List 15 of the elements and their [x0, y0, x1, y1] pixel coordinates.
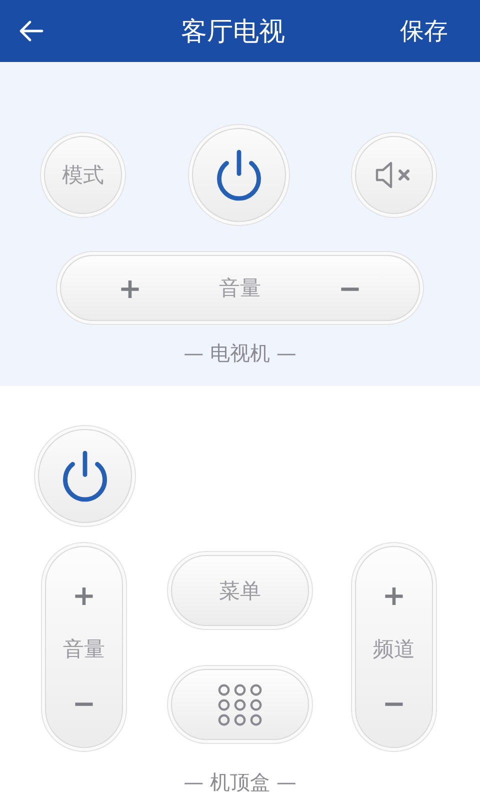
plus-button[interactable]: +: [379, 577, 409, 613]
plus-button[interactable]: +: [69, 577, 99, 613]
section-label: — 电视机 —: [182, 341, 298, 365]
plus-button[interactable]: +: [115, 270, 145, 306]
volume-label: 音量: [219, 275, 261, 302]
window-title: 客厅电视: [180, 16, 286, 48]
save-button[interactable]: 保存: [400, 15, 448, 47]
keypad-icon: [218, 684, 262, 726]
minus-button[interactable]: −: [69, 685, 99, 721]
minus-button[interactable]: −: [335, 270, 365, 306]
section-label: — 机顶盒 —: [182, 770, 298, 794]
back-arrow-icon: [18, 20, 44, 42]
channel-label: 频道: [373, 636, 415, 663]
volume-label: 音量: [63, 636, 105, 663]
minus-button[interactable]: −: [379, 685, 409, 721]
